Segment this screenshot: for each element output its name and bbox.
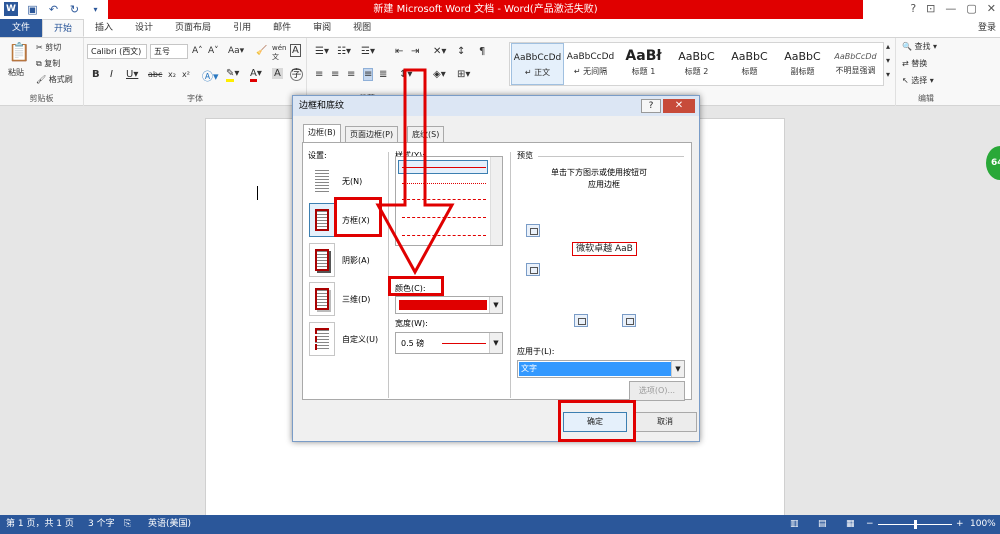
annotation-arrow — [375, 68, 455, 276]
